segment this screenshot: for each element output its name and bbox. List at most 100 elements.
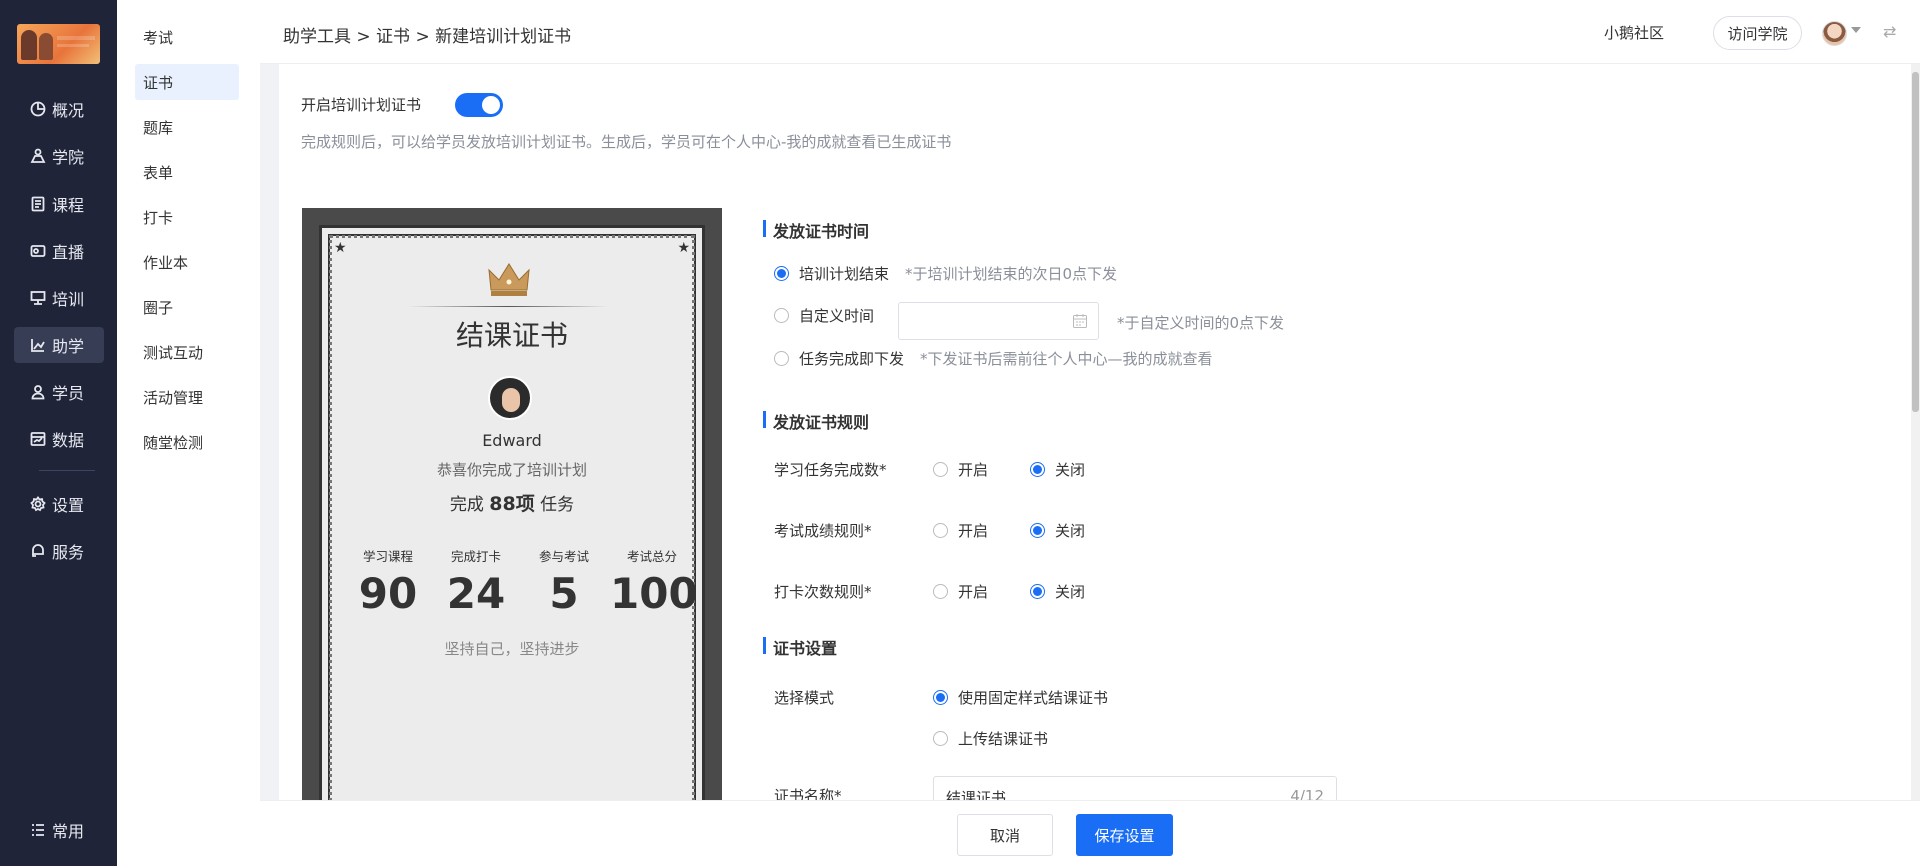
student-avatar <box>488 376 532 420</box>
nav-item-label: 概况 <box>52 101 85 120</box>
sub-menu: 考试 证书 题库 表单 打卡 作业本 圈子 测试互动 活动管理 随堂检测 <box>117 0 260 866</box>
submenu-item-exam[interactable]: 考试 <box>135 19 239 55</box>
stat-value: 5 <box>549 569 579 618</box>
radio-button[interactable] <box>1030 462 1045 477</box>
certificate-name-input[interactable]: 结课证书 4/12 <box>933 776 1337 800</box>
submenu-item-homework[interactable]: 作业本 <box>135 244 239 280</box>
nav-item-common[interactable]: 常用 <box>14 812 104 848</box>
stat-courses: 学习课程 90 <box>346 546 430 618</box>
calendar-icon[interactable] <box>1072 313 1088 329</box>
rule-checkin-off[interactable]: 关闭 <box>1030 581 1085 602</box>
radio-button[interactable] <box>774 351 789 366</box>
gear-icon <box>30 496 46 512</box>
radio-button[interactable] <box>933 462 948 477</box>
radio-label: 自定义时间 <box>799 307 875 325</box>
certificate-title: 结课证书 <box>455 319 568 352</box>
stat-value: 100 <box>610 569 698 618</box>
mode-label: 选择模式 <box>774 689 835 707</box>
tasks-prefix: 完成 <box>449 495 484 515</box>
submenu-item-checkin[interactable]: 打卡 <box>135 199 239 235</box>
training-board-icon <box>30 290 46 306</box>
rule-label-checkin: 打卡次数规则* <box>774 583 872 601</box>
submenu-item-certificate[interactable]: 证书 <box>135 64 239 100</box>
nav-item-course[interactable]: 课程 <box>14 186 104 222</box>
rule-tasks-on[interactable]: 开启 <box>933 459 988 480</box>
academy-icon <box>30 148 46 164</box>
certificate-preview: ★ ★ 结课证书 Edward 恭喜你完成了培训计划 完成 88项 任务 学习课… <box>302 208 722 800</box>
submenu-item-activity[interactable]: 活动管理 <box>135 379 239 415</box>
submenu-item-circle[interactable]: 圈子 <box>135 289 239 325</box>
mode-upload[interactable]: 上传结课证书 <box>933 728 1048 749</box>
stat-checkins: 完成打卡 24 <box>434 546 518 618</box>
stat-label: 学习课程 <box>362 549 413 564</box>
save-settings-button[interactable]: 保存设置 <box>1076 814 1173 856</box>
radio-label: 开启 <box>958 583 989 601</box>
nav-item-label: 常用 <box>52 822 85 841</box>
top-header: 助学工具 > 证书 > 新建培训计划证书 小鹅社区 访问学院 ⇄ <box>260 0 1920 64</box>
radio-issue-on-plan-end[interactable]: 培训计划结束 *于培训计划结束的次日0点下发 <box>774 263 1117 284</box>
section-title-issue-time: 发放证书时间 <box>763 218 869 242</box>
radio-button[interactable] <box>933 523 948 538</box>
rule-tasks-off[interactable]: 关闭 <box>1030 459 1085 480</box>
nav-item-label: 设置 <box>52 496 85 515</box>
chevron-down-icon[interactable] <box>1851 27 1861 33</box>
nav-item-students[interactable]: 学员 <box>14 374 104 410</box>
main-sidebar: 概况 学院 课程 直播 培训 助学 学员 数据 设置 服务 常用 <box>0 0 117 866</box>
stat-exams: 参与考试 5 <box>522 546 606 618</box>
radio-button[interactable] <box>774 266 789 281</box>
nav-item-overview[interactable]: 概况 <box>14 91 104 127</box>
submenu-item-form[interactable]: 表单 <box>135 154 239 190</box>
community-link[interactable]: 小鹅社区 <box>1604 22 1664 43</box>
scrollbar-thumb[interactable] <box>1912 72 1919 412</box>
star-icon: ★ <box>334 240 347 256</box>
rule-exam-on[interactable]: 开启 <box>933 520 988 541</box>
nav-item-training[interactable]: 培训 <box>14 280 104 316</box>
nav-item-settings[interactable]: 设置 <box>14 486 104 522</box>
radio-button[interactable] <box>933 731 948 746</box>
stat-label: 考试总分 <box>626 549 677 564</box>
switch-arrows-icon[interactable]: ⇄ <box>1883 22 1896 41</box>
char-counter: 4/12 <box>1290 787 1324 800</box>
radio-button[interactable] <box>1030 523 1045 538</box>
service-icon <box>30 543 46 559</box>
toggle-label: 开启培训计划证书 <box>301 96 422 114</box>
rule-label-exam: 考试成绩规则* <box>774 522 872 540</box>
submenu-item-question-bank[interactable]: 题库 <box>135 109 239 145</box>
radio-button[interactable] <box>774 308 789 323</box>
rule-exam-off[interactable]: 关闭 <box>1030 520 1085 541</box>
submenu-item-class-test[interactable]: 随堂检测 <box>135 424 239 460</box>
certificate-motto: 坚持自己，坚持进步 <box>444 640 580 658</box>
radio-issue-custom-time[interactable]: 自定义时间 <box>774 305 874 326</box>
radio-button[interactable] <box>933 584 948 599</box>
submenu-item-quiz[interactable]: 测试互动 <box>135 334 239 370</box>
nav-item-label: 直播 <box>52 243 85 262</box>
avatar[interactable] <box>1822 21 1847 46</box>
toggle-description: 完成规则后，可以给学员发放培训计划证书。生成后，学员可在个人中心-我的成就查看已… <box>301 133 952 151</box>
visit-academy-button[interactable]: 访问学院 <box>1713 16 1802 50</box>
stat-label: 完成打卡 <box>450 549 501 564</box>
mode-fixed-style[interactable]: 使用固定样式结课证书 <box>933 687 1108 708</box>
radio-label: 关闭 <box>1055 583 1086 601</box>
cancel-button[interactable]: 取消 <box>957 814 1053 856</box>
certificate-card: ★ ★ 结课证书 Edward 恭喜你完成了培训计划 完成 88项 任务 学习课… <box>319 225 705 800</box>
tasks-count: 88项 <box>489 493 535 515</box>
certificate-toggle[interactable] <box>455 93 503 117</box>
stat-value: 24 <box>446 569 506 618</box>
radio-label: 上传结课证书 <box>958 730 1049 748</box>
rule-checkin-on[interactable]: 开启 <box>933 581 988 602</box>
nav-item-data[interactable]: 数据 <box>14 421 104 457</box>
radio-issue-on-task-complete[interactable]: 任务完成即下发 *下发证书后需前往个人中心—我的成就查看 <box>774 348 1213 369</box>
radio-button[interactable] <box>1030 584 1045 599</box>
nav-item-live[interactable]: 直播 <box>14 233 104 269</box>
section-title-issue-rules: 发放证书规则 <box>763 409 869 433</box>
nav-item-academy[interactable]: 学院 <box>14 138 104 174</box>
nav-item-study-aid[interactable]: 助学 <box>14 327 104 363</box>
nav-item-label: 数据 <box>52 431 85 450</box>
radio-button[interactable] <box>933 690 948 705</box>
nav-item-label: 课程 <box>52 196 85 215</box>
nav-item-service[interactable]: 服务 <box>14 533 104 569</box>
custom-date-input[interactable] <box>898 302 1099 340</box>
list-icon <box>30 822 46 838</box>
brand-logo[interactable] <box>17 24 100 64</box>
radio-label: 关闭 <box>1055 522 1086 540</box>
